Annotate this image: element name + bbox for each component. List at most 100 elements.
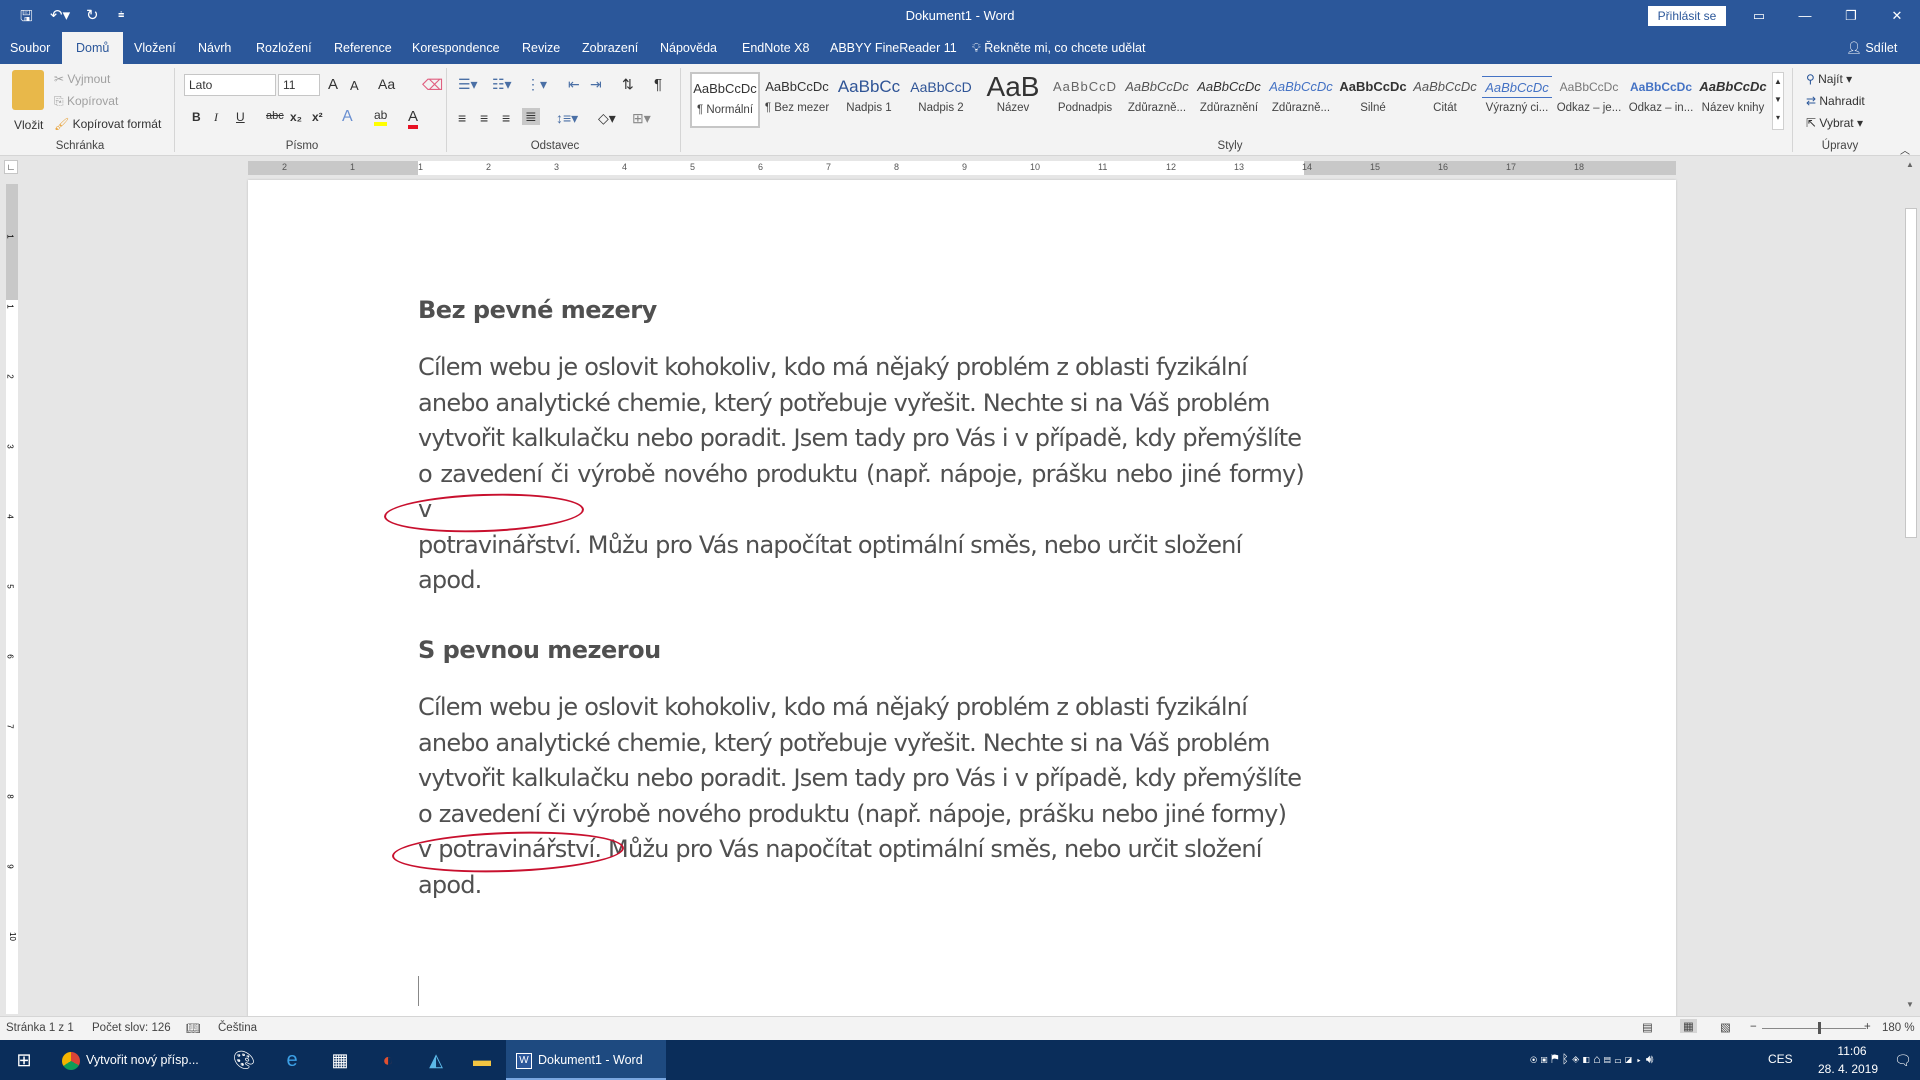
app-icon[interactable]: ◭ (414, 1040, 458, 1080)
numbering-button[interactable]: ☷▾ (492, 76, 512, 93)
shrink-font-button[interactable]: A (350, 78, 359, 93)
align-left-button[interactable]: ≡ (458, 110, 466, 126)
app-icon[interactable]: ◐ (366, 1040, 410, 1080)
zoom-out-button[interactable]: − (1750, 1021, 1757, 1033)
tab-reference[interactable]: Reference (324, 32, 402, 64)
style-intense-reference[interactable]: AaBbCcDc Odkaz – in... (1626, 72, 1696, 128)
read-mode-icon[interactable]: ▤ (1642, 1020, 1653, 1034)
minimize-button[interactable]: — (1782, 4, 1828, 28)
sort-button[interactable]: ⇅ (622, 76, 634, 93)
styles-scroll-button[interactable]: ▲ ▼ ▾ (1772, 72, 1784, 130)
collapse-ribbon-icon[interactable]: ︿ (1900, 142, 1910, 157)
italic-button[interactable]: I (214, 110, 218, 125)
tab-korespondence[interactable]: Korespondence (402, 32, 510, 64)
clock-date[interactable]: 28. 4. 2019 (1808, 1062, 1888, 1076)
tab-selector[interactable]: ∟ (4, 160, 18, 174)
grow-font-button[interactable]: A (328, 76, 338, 93)
font-color-button[interactable]: A (408, 108, 419, 129)
style-title[interactable]: AaB Název (978, 72, 1048, 128)
tab-revize[interactable]: Revize (512, 32, 570, 64)
windows-start-icon[interactable]: ⊞ (0, 1040, 48, 1080)
strikethrough-button[interactable]: abc (266, 110, 284, 122)
style-book-title[interactable]: AaBbCcDc Název knihy (1698, 72, 1768, 128)
style-emphasis[interactable]: AaBbCcDc Zdůraznění (1194, 72, 1264, 128)
bullets-button[interactable]: ☰▾ (458, 76, 478, 93)
close-button[interactable]: ✕ (1874, 4, 1920, 28)
clipboard-icon[interactable] (12, 70, 44, 110)
tab-zobrazeni[interactable]: Zobrazení (572, 32, 648, 64)
justify-button[interactable]: ≣ (522, 108, 540, 125)
style-heading-1[interactable]: AaBbCc Nadpis 1 (834, 72, 904, 128)
copy-button[interactable]: ⎘ Kopírovat (54, 94, 118, 109)
cut-button[interactable]: ✂ Vyjmout (54, 72, 110, 86)
select-button[interactable]: ⇱ Vybrat ▾ (1806, 116, 1863, 130)
zoom-level[interactable]: 180 % (1882, 1022, 1915, 1034)
tab-vlozeni[interactable]: Vložení (124, 32, 186, 64)
style-heading-2[interactable]: AaBbCcD Nadpis 2 (906, 72, 976, 128)
shading-button[interactable]: ◇▾ (598, 110, 616, 127)
sign-in-button[interactable]: Přihlásit se (1648, 6, 1726, 26)
change-case-button[interactable]: Aa (378, 76, 395, 92)
scroll-down-icon[interactable]: ▼ (1906, 1000, 1914, 1009)
paste-button[interactable]: Vložit (14, 118, 43, 132)
borders-button[interactable]: ⊞▾ (632, 110, 651, 127)
share-button[interactable]: 👤︎ Sdílet (1836, 32, 1907, 64)
show-formatting-button[interactable]: ¶ (654, 76, 662, 93)
style-intense-emphasis[interactable]: AaBbCcDc Zdůrazně... (1266, 72, 1336, 128)
style-subtle-reference[interactable]: AaBbCcDc Odkaz – je... (1554, 72, 1624, 128)
font-name-select[interactable]: Lato (184, 74, 276, 96)
vertical-ruler[interactable]: 1 1 2 3 4 5 6 7 8 9 10 (6, 184, 18, 1014)
horizontal-ruler[interactable]: 2 1 1 2 3 4 5 6 7 8 9 10 11 12 13 14 15 16 17 18 (248, 161, 1676, 175)
zoom-slider-thumb[interactable] (1818, 1022, 1821, 1034)
taskbar-chrome[interactable]: Vytvořit nový přísp... (52, 1040, 208, 1080)
page-count[interactable]: Stránka 1 z 1 (6, 1022, 74, 1034)
scrollbar-thumb[interactable] (1905, 208, 1917, 538)
paint-icon[interactable]: 🎨︎ (222, 1040, 266, 1080)
tab-abbyy[interactable]: ABBYY FineReader 11 (820, 32, 967, 64)
calculator-icon[interactable]: ▦ (318, 1040, 362, 1080)
find-button[interactable]: ⚲ Najít ▾ (1806, 72, 1852, 86)
file-explorer-icon[interactable]: ▬ (460, 1040, 504, 1080)
tab-domu[interactable]: Domů (62, 32, 124, 64)
tab-endnote[interactable]: EndNote X8 (732, 32, 819, 64)
clear-formatting-icon[interactable]: ⌫ (422, 76, 443, 94)
scroll-up-icon[interactable]: ▲ (1906, 160, 1914, 169)
decrease-indent-button[interactable]: ⇤ (568, 76, 580, 93)
proofing-icon[interactable]: 📖︎ (186, 1021, 201, 1035)
align-center-button[interactable]: ≡ (480, 110, 488, 126)
input-language[interactable]: CES (1768, 1052, 1793, 1066)
increase-indent-button[interactable]: ⇥ (590, 76, 602, 93)
line-spacing-button[interactable]: ↕≡▾ (556, 110, 578, 127)
clock-time[interactable]: 11:06 (1822, 1044, 1882, 1058)
print-layout-icon[interactable]: ▦ (1680, 1019, 1697, 1033)
tab-navrh[interactable]: Návrh (188, 32, 241, 64)
zoom-slider[interactable] (1762, 1028, 1866, 1029)
web-layout-icon[interactable]: ▧ (1720, 1020, 1731, 1034)
multilevel-list-button[interactable]: ⋮▾ (526, 76, 547, 93)
format-painter-button[interactable]: 🖌︎ Kopírovat formát (54, 117, 161, 131)
document-page[interactable]: Bez pevné mezery Cílem webu je oslovit k… (248, 180, 1676, 1030)
tab-rozlozeni[interactable]: Rozložení (246, 32, 322, 64)
style-intense-quote[interactable]: AaBbCcDc Výrazný ci... (1482, 72, 1552, 128)
tray-icons[interactable]: ◉ ▣ ⚑ ᛒ ◈ ◧ ⌂ ▤ ▭ ◪ ▸ 🔊︎ (1530, 1052, 1653, 1067)
vertical-scrollbar[interactable]: ▲ ▼ (1902, 158, 1920, 1014)
paragraph-with-nbsp[interactable]: Cílem webu je oslovit kohokoliv, kdo má … (418, 690, 1304, 903)
style-quote[interactable]: AaBbCcDc Citát (1410, 72, 1480, 128)
align-right-button[interactable]: ≡ (502, 110, 510, 126)
style-subtle-emphasis[interactable]: AaBbCcDc Zdůrazně... (1122, 72, 1192, 128)
text-effects-button[interactable]: A (342, 108, 353, 126)
style-no-spacing[interactable]: AaBbCcDc ¶ Bez mezer (762, 72, 832, 128)
style-strong[interactable]: AaBbCcDc Silné (1338, 72, 1408, 128)
font-size-select[interactable]: 11 (278, 74, 320, 96)
notifications-icon[interactable]: 🗨︎ (1894, 1052, 1912, 1069)
taskbar-word[interactable]: W Dokument1 - Word (506, 1040, 666, 1080)
zoom-in-button[interactable]: + (1864, 1021, 1871, 1033)
paragraph-without-nbsp[interactable]: Cílem webu je oslovit kohokoliv, kdo má … (418, 350, 1305, 599)
restore-button[interactable]: ❐ (1828, 4, 1874, 28)
replace-button[interactable]: ⇄ Nahradit (1806, 94, 1865, 108)
underline-button[interactable]: U (236, 110, 245, 124)
superscript-button[interactable]: x² (312, 110, 323, 124)
ribbon-display-options-button[interactable]: ▭ (1736, 4, 1782, 28)
subscript-button[interactable]: x₂ (290, 110, 302, 124)
tell-me-box[interactable]: 💡︎ Řekněte mi, co chcete udělat (962, 32, 1155, 64)
